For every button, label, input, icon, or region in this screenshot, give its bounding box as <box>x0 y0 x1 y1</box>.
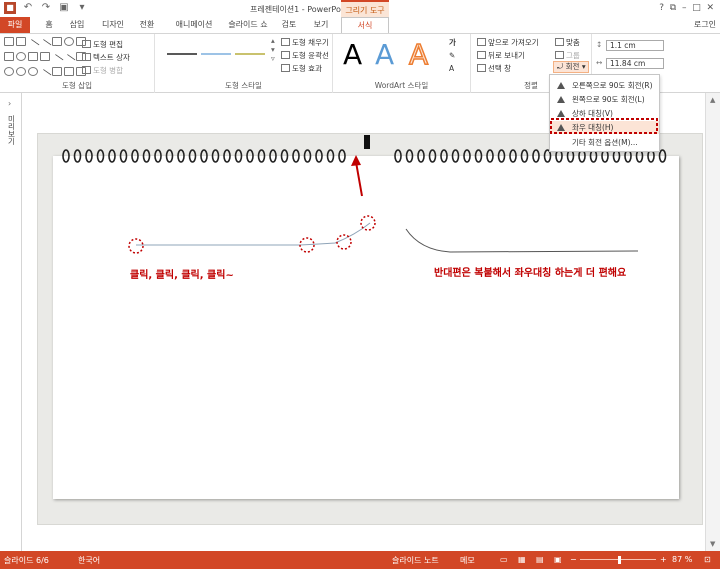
spiral-ring <box>440 149 448 163</box>
spiral-ring <box>428 149 437 163</box>
rotate-label: 회전 <box>565 62 580 71</box>
click-point-marker <box>360 215 376 231</box>
spiral-ring <box>96 149 105 163</box>
language-indicator[interactable]: 한국어 <box>78 555 100 566</box>
spiral-ring <box>269 149 277 163</box>
annotation-left: 클릭, 클릭, 클릭, 클릭~ <box>130 270 234 281</box>
rotate-right-icon <box>557 82 565 89</box>
spiral-ring <box>497 149 506 163</box>
zoom-out-icon[interactable]: − <box>570 555 577 564</box>
spiral-ring <box>211 149 220 163</box>
spiral-ring <box>200 149 208 163</box>
spiral-ring <box>62 149 70 163</box>
spiral-ring <box>486 149 494 163</box>
normal-view-icon[interactable]: ▭ <box>500 555 508 564</box>
spiral-ring <box>303 149 312 163</box>
rotate-left-icon <box>557 96 565 103</box>
menu-item-label: 오른쪽으로 90도 회전(R) <box>572 81 653 90</box>
spiral-ring <box>177 149 185 163</box>
menu-more-rotation-options[interactable]: 기타 회전 옵션(M)... <box>550 136 659 149</box>
slideshow-view-icon[interactable]: ▣ <box>554 555 562 564</box>
vertical-scrollbar[interactable]: ▲ ▼ <box>705 93 720 551</box>
spiral-ring <box>142 149 151 163</box>
menu-rotate-left-90[interactable]: 왼쪽으로 90도 회전(L) <box>550 93 659 106</box>
spiral-ring <box>154 149 162 163</box>
zoom-in-icon[interactable]: + <box>660 555 667 564</box>
spiral-ring <box>257 149 266 163</box>
menu-item-label: 상하 대칭(V) <box>572 109 613 118</box>
zoom-level[interactable]: 87 % <box>672 555 692 564</box>
slide-sorter-icon[interactable]: ▦ <box>518 555 526 564</box>
status-bar: 슬라이드 6/6 한국어 슬라이드 노트 메모 ▭ ▦ ▤ ▣ − + 87 %… <box>0 551 720 569</box>
mirror-curve-right[interactable] <box>405 228 639 253</box>
flip-vertical-icon <box>557 110 565 117</box>
spiral-ring <box>108 149 116 163</box>
scroll-up-icon[interactable]: ▲ <box>710 96 715 104</box>
spiral-ring <box>223 149 231 163</box>
spiral-ring <box>315 149 323 163</box>
reading-view-icon[interactable]: ▤ <box>536 555 544 564</box>
spiral-ring <box>509 149 517 163</box>
ring-handle-shape[interactable] <box>364 135 370 149</box>
spiral-ring <box>394 149 402 163</box>
menu-flip-vertical[interactable]: 상하 대칭(V) <box>550 107 659 120</box>
spiral-ring <box>326 149 335 163</box>
spiral-rings-left <box>62 149 346 163</box>
drawn-curve-left[interactable] <box>136 222 371 246</box>
pointer-arrow-line <box>355 161 363 197</box>
rotate-dropdown-menu: 오른쪽으로 90도 회전(R) 왼쪽으로 90도 회전(L) 상하 대칭(V) … <box>549 74 660 152</box>
slide-number: 슬라이드 6/6 <box>4 556 49 565</box>
comments-button[interactable]: 메모 <box>460 555 475 566</box>
spiral-ring <box>73 149 82 163</box>
spiral-ring <box>405 149 414 163</box>
menu-item-label: 좌우 대칭(H) <box>572 123 614 132</box>
spiral-ring <box>246 149 254 163</box>
rotate-icon: ⤾ <box>557 62 564 71</box>
menu-item-label: 기타 회전 옵션(M)... <box>572 138 638 147</box>
spiral-ring <box>188 149 197 163</box>
spiral-ring <box>234 149 243 163</box>
annotation-right: 반대편은 복붙해서 좌우대칭 하는게 더 편해요 <box>434 268 627 279</box>
menu-rotate-right-90[interactable]: 오른쪽으로 90도 회전(R) <box>550 79 659 92</box>
spiral-ring <box>520 149 529 163</box>
rotate-button[interactable]: ⤾ 회전 ▾ <box>553 61 589 73</box>
spiral-ring <box>280 149 289 163</box>
flip-horizontal-icon <box>557 124 565 131</box>
spiral-ring <box>417 149 425 163</box>
spiral-ring <box>119 149 128 163</box>
notes-button[interactable]: 슬라이드 노트 <box>392 555 439 566</box>
scroll-down-icon[interactable]: ▼ <box>710 540 715 548</box>
spiral-ring <box>85 149 93 163</box>
pointer-arrow-head <box>351 155 361 166</box>
spiral-ring <box>292 149 300 163</box>
spiral-ring <box>463 149 471 163</box>
menu-item-label: 왼쪽으로 90도 회전(L) <box>572 95 645 104</box>
spiral-ring <box>131 149 139 163</box>
spiral-ring <box>532 149 540 163</box>
spiral-ring <box>165 149 174 163</box>
spiral-ring <box>658 149 667 163</box>
menu-flip-horizontal[interactable]: 좌우 대칭(H) <box>550 121 659 134</box>
zoom-slider-thumb[interactable] <box>618 556 621 564</box>
spiral-ring <box>474 149 483 163</box>
fit-slide-icon[interactable]: ⊡ <box>704 555 711 564</box>
click-point-marker <box>128 238 144 254</box>
spiral-ring <box>451 149 460 163</box>
spiral-ring <box>338 149 346 163</box>
